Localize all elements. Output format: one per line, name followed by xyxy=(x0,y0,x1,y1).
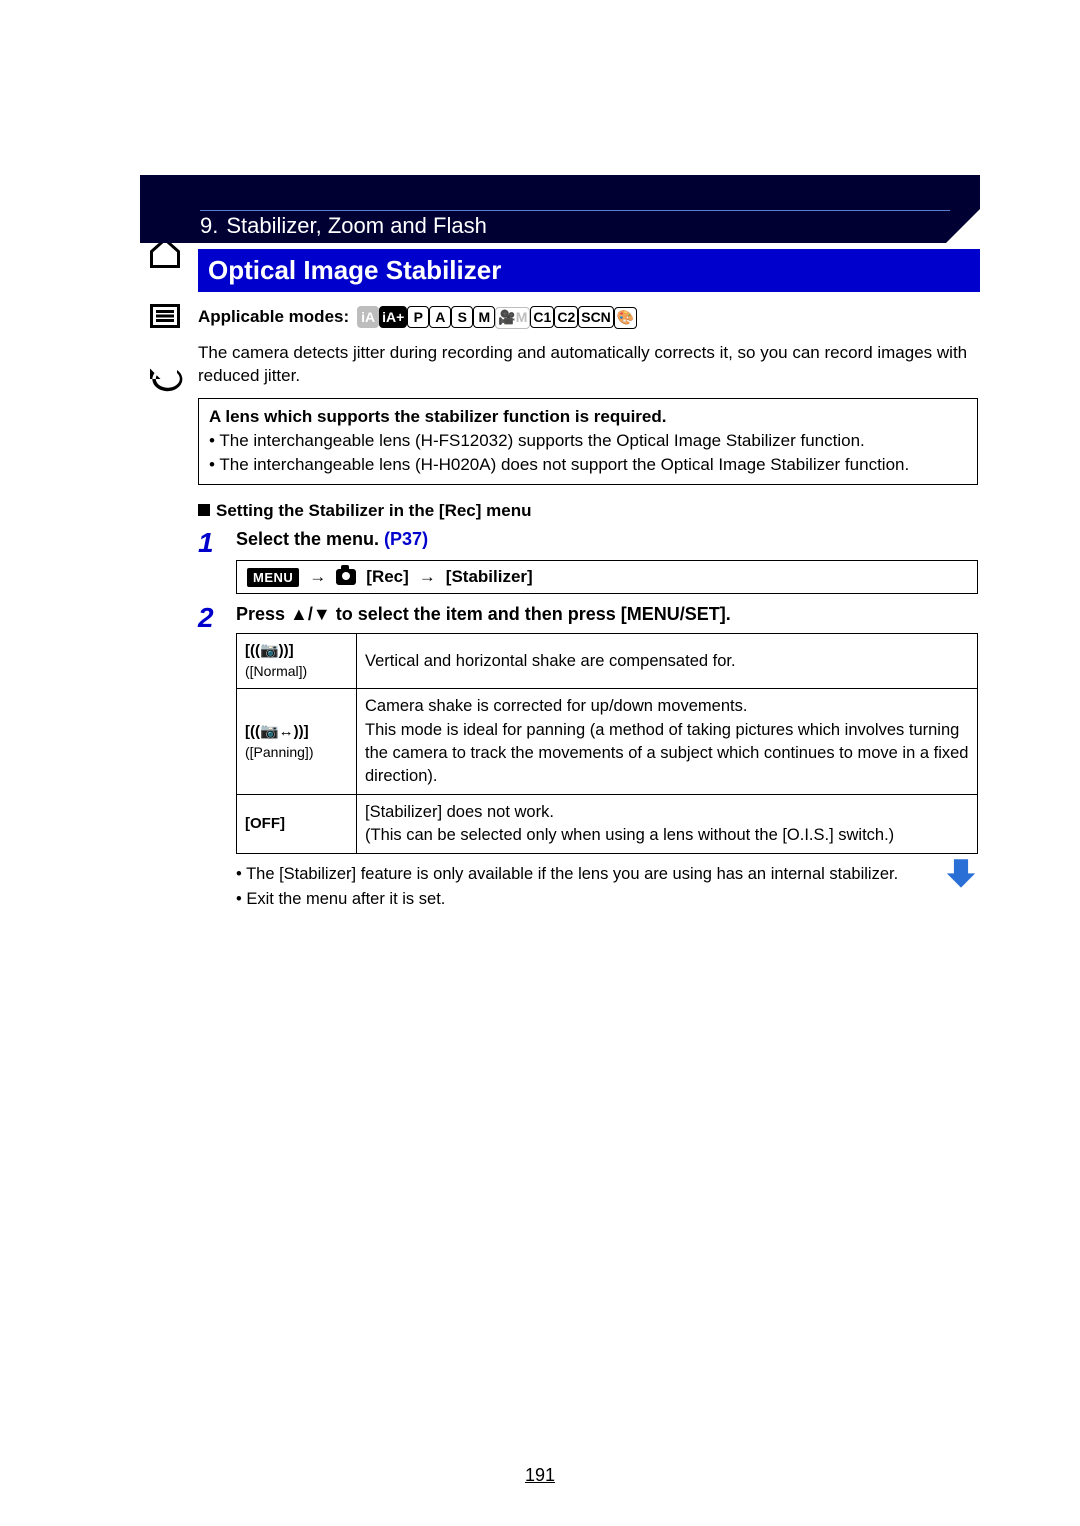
applicable-label: Applicable modes: xyxy=(198,307,349,327)
step-2-title: Press ▲/▼ to select the item and then pr… xyxy=(236,604,978,625)
note-2: • Exit the menu after it is set. xyxy=(236,887,978,912)
lens-note-b2: • The interchangeable lens (H-H020A) doe… xyxy=(209,453,967,477)
options-table: [((📷))] ([Normal]) Vertical and horizont… xyxy=(236,633,978,854)
chapter-title: Stabilizer, Zoom and Flash xyxy=(226,213,486,239)
continue-arrow-icon[interactable] xyxy=(944,855,978,894)
mode-chips: iAiA+PASM🎥MC1C2SCN🎨 xyxy=(357,306,637,329)
chapter-number: 9. xyxy=(200,213,218,239)
mode-chip: C1 xyxy=(530,306,554,328)
mode-chip: 🎨 xyxy=(614,307,637,329)
mode-chip: A xyxy=(429,306,451,328)
lens-note-b1: • The interchangeable lens (H-FS12032) s… xyxy=(209,429,967,453)
table-row: [((📷↔))] ([Panning]) Camera shake is cor… xyxy=(237,689,978,794)
back-icon[interactable] xyxy=(147,361,183,402)
section-title: Optical Image Stabilizer xyxy=(198,249,980,292)
applicable-modes: Applicable modes: iAiA+PASM🎥MC1C2SCN🎨 xyxy=(198,306,978,329)
down-triangle-icon: ▼ xyxy=(313,604,331,624)
mode-chip: 🎥M xyxy=(495,307,530,329)
option-off-key: [OFF] xyxy=(237,794,357,853)
option-panning-key: [((📷↔))] ([Panning]) xyxy=(237,689,357,794)
table-row: [((📷))] ([Normal]) Vertical and horizont… xyxy=(237,634,978,689)
chapter-bar: 9. Stabilizer, Zoom and Flash xyxy=(140,175,980,243)
mode-chip: SCN xyxy=(578,306,614,328)
mode-chip: M xyxy=(473,306,495,328)
step-2: 2 Press ▲/▼ to select the item and then … xyxy=(198,604,978,911)
step-1-number: 1 xyxy=(198,529,222,598)
up-triangle-icon: ▲ xyxy=(290,604,308,624)
menu-icon[interactable] xyxy=(147,298,183,339)
lens-requirement-box: A lens which supports the stabilizer fun… xyxy=(198,398,978,485)
option-normal-key: [((📷))] ([Normal]) xyxy=(237,634,357,689)
bullet-square-icon xyxy=(198,504,210,516)
menu-badge: MENU xyxy=(247,568,299,587)
intro-text: The camera detects jitter during recordi… xyxy=(198,341,978,389)
page-number[interactable]: 191 xyxy=(0,1465,1080,1486)
notes: • The [Stabilizer] feature is only avail… xyxy=(236,862,978,912)
mode-chip: iA+ xyxy=(379,306,407,328)
step-1-title: Select the menu. (P37) xyxy=(236,529,978,550)
option-normal-desc: Vertical and horizontal shake are compen… xyxy=(357,634,978,689)
menu-stabilizer: [Stabilizer] xyxy=(446,567,533,587)
manual-page: 9. Stabilizer, Zoom and Flash Optical Im… xyxy=(140,175,980,1406)
arrow-icon: → xyxy=(309,567,326,587)
step-1: 1 Select the menu. (P37) MENU → [Rec] → … xyxy=(198,529,978,598)
content: Applicable modes: iAiA+PASM🎥MC1C2SCN🎨 Th… xyxy=(198,306,978,912)
sidebar xyxy=(135,235,195,402)
mode-chip: S xyxy=(451,306,473,328)
menu-rec: [Rec] xyxy=(366,567,409,587)
table-row: [OFF] [Stabilizer] does not work. (This … xyxy=(237,794,978,853)
mode-chip: iA xyxy=(357,306,379,328)
mode-chip: C2 xyxy=(554,306,578,328)
mode-chip: P xyxy=(407,306,429,328)
note-1: • The [Stabilizer] feature is only avail… xyxy=(236,862,978,887)
page-link-p37[interactable]: (P37) xyxy=(384,529,428,549)
arrow-icon: → xyxy=(419,567,436,587)
lens-note-header: A lens which supports the stabilizer fun… xyxy=(209,405,967,429)
option-off-desc: [Stabilizer] does not work. (This can be… xyxy=(357,794,978,853)
menu-path: MENU → [Rec] → [Stabilizer] xyxy=(236,560,978,594)
option-panning-desc: Camera shake is corrected for up/down mo… xyxy=(357,689,978,794)
subheading: Setting the Stabilizer in the [Rec] menu xyxy=(198,501,978,521)
step-2-number: 2 xyxy=(198,604,222,911)
camera-icon xyxy=(336,569,356,585)
